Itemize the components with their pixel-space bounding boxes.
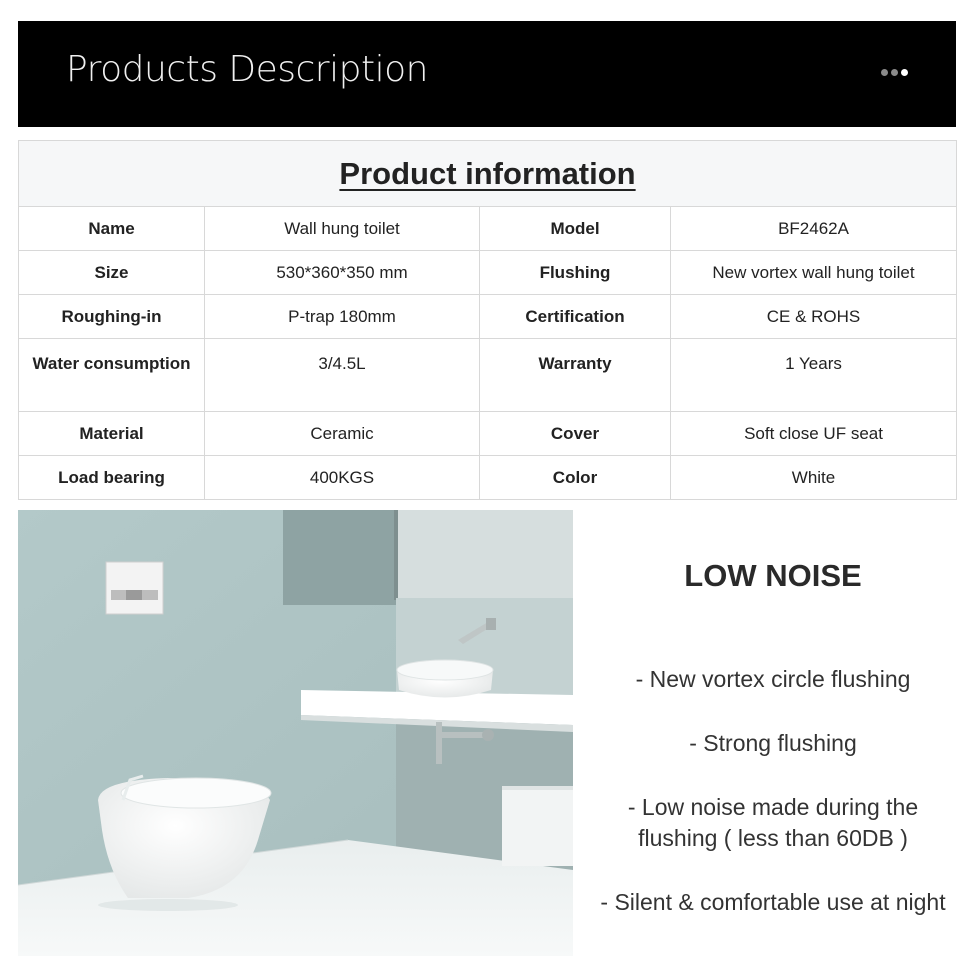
spec-value: New vortex wall hung toilet [669, 250, 958, 295]
spec-value: White [669, 455, 958, 500]
carousel-dot[interactable] [881, 69, 888, 76]
product-photo [18, 510, 573, 956]
table-row: Name Wall hung toilet Model BF2462A [18, 206, 958, 251]
carousel-dot-active[interactable] [901, 69, 908, 76]
table-row: Size 530*360*350 mm Flushing New vortex … [18, 250, 958, 295]
spec-label: Model [479, 206, 671, 251]
table-row: Roughing-in P-trap 180mm Certification C… [18, 294, 958, 339]
product-info-table: Product information Name Wall hung toile… [17, 140, 958, 500]
table-row: Load bearing 400KGS Color White [18, 455, 958, 500]
spec-label: Material [18, 411, 205, 456]
carousel-dots[interactable] [881, 69, 908, 76]
feature-item: - New vortex circle flushing [635, 666, 911, 692]
features-title: LOW NOISE [684, 558, 862, 593]
header-banner: Products Description [18, 21, 956, 127]
features-list: - New vortex circle flushing - Strong fl… [590, 664, 956, 918]
carousel-dot[interactable] [891, 69, 898, 76]
spec-label: Certification [479, 294, 671, 339]
table-title: Product information [17, 140, 958, 207]
spec-value: 1 Years [669, 338, 958, 412]
spec-value: 400KGS [204, 455, 480, 500]
spec-label: Load bearing [18, 455, 205, 500]
spec-label: Roughing-in [18, 294, 205, 339]
spec-value: 530*360*350 mm [204, 250, 480, 295]
spec-value: 3/4.5L [204, 338, 480, 412]
spec-value: P-trap 180mm [204, 294, 480, 339]
banner-title: Products Description [66, 49, 428, 90]
spec-label: Flushing [479, 250, 671, 295]
spec-label: Size [18, 250, 205, 295]
spec-value: Soft close UF seat [669, 411, 958, 456]
spec-value: CE & ROHS [669, 294, 958, 339]
feature-item: - Strong flushing [689, 730, 857, 756]
spec-label: Color [479, 455, 671, 500]
spec-label: Water consumption [18, 338, 205, 412]
spec-value: Wall hung toilet [204, 206, 480, 251]
feature-item: - Low noise made during the flushing ( l… [627, 794, 919, 851]
feature-item: - Silent & comfortable use at night [600, 889, 946, 915]
spec-value: BF2462A [669, 206, 958, 251]
features-panel: LOW NOISE - New vortex circle flushing -… [590, 510, 956, 951]
spec-value: Ceramic [204, 411, 480, 456]
spec-label: Cover [479, 411, 671, 456]
spec-label: Warranty [479, 338, 671, 412]
spec-label: Name [18, 206, 205, 251]
table-row: Material Ceramic Cover Soft close UF sea… [18, 411, 958, 456]
table-row: Water consumption 3/4.5L Warranty 1 Year… [18, 338, 958, 412]
